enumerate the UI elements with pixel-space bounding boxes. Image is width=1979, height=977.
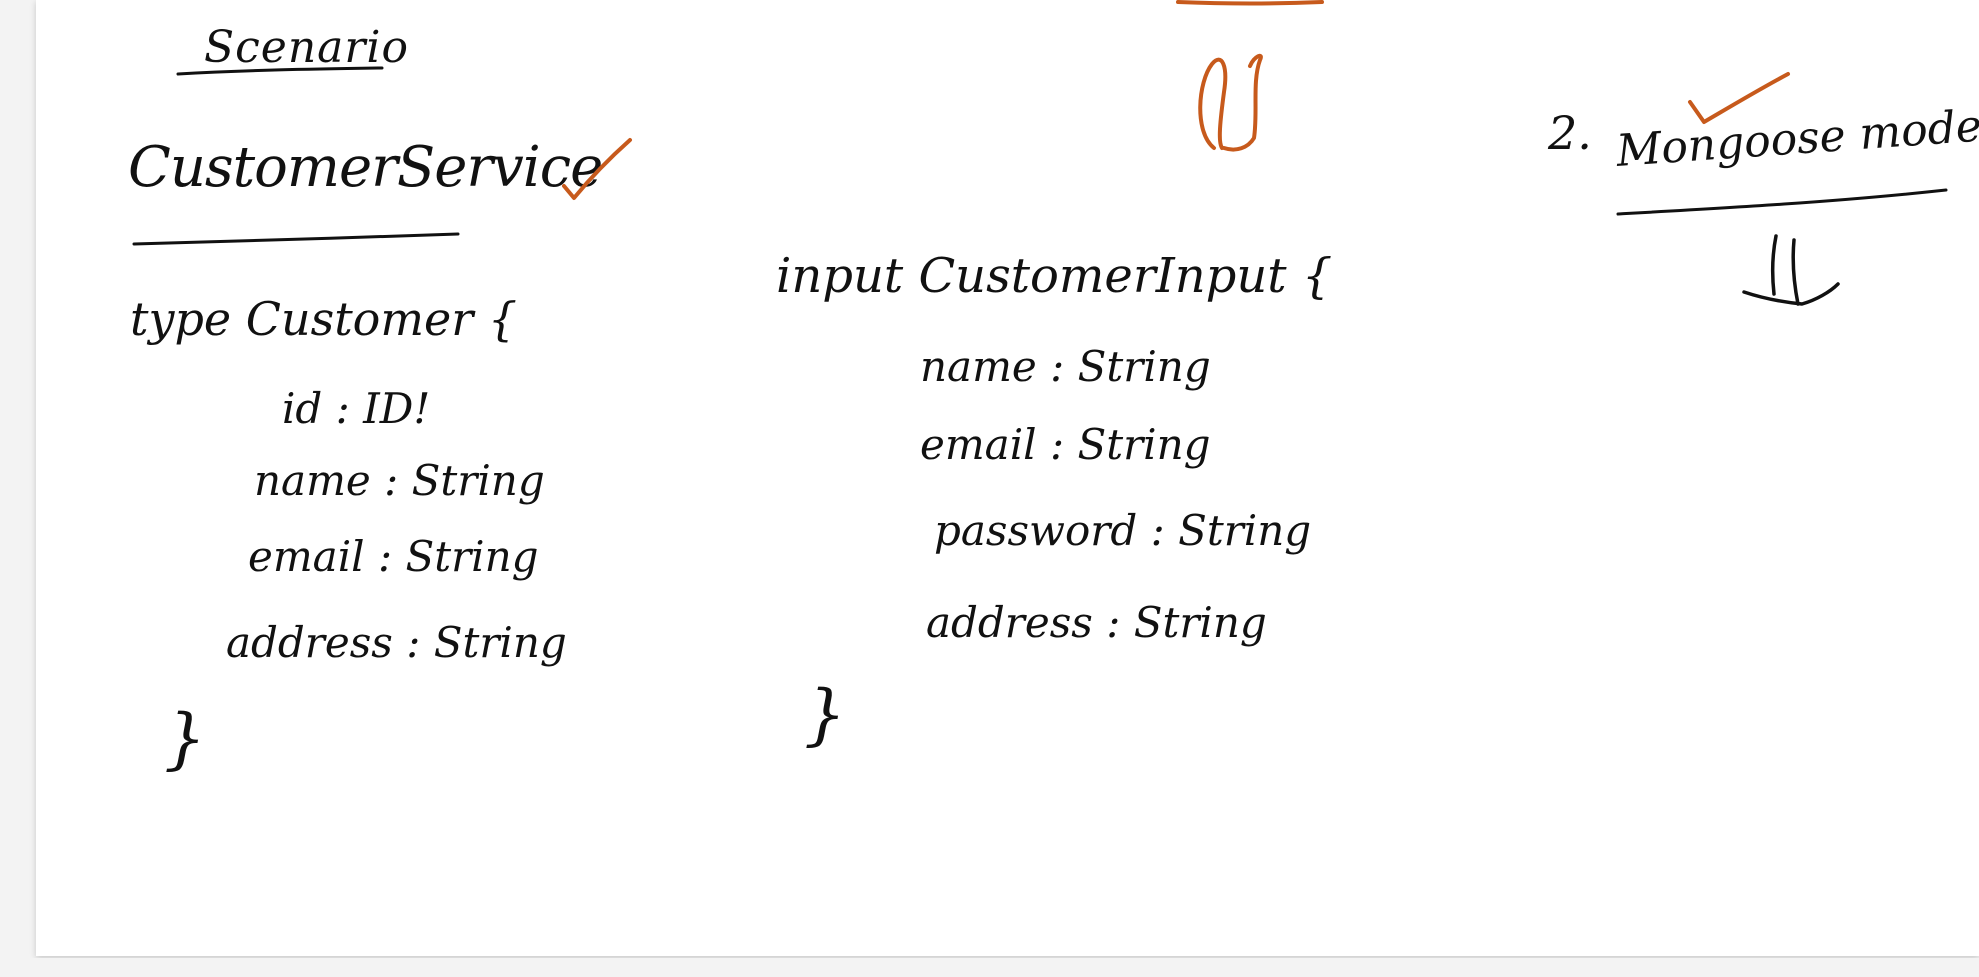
customer-input-header: input CustomerInput {	[776, 248, 1333, 304]
down-arrow-icon	[1742, 234, 1840, 306]
title-underline	[176, 66, 384, 76]
mongoose-label: Mongoose model	[1614, 99, 1979, 177]
checkmark-icon	[562, 138, 632, 200]
input-field-password: password : String	[934, 506, 1312, 555]
window-gutter	[0, 0, 36, 958]
customer-type-header: type Customer {	[130, 292, 518, 346]
customer-field-name: name : String	[254, 456, 545, 505]
customer-field-id: id : ID!	[282, 384, 431, 433]
input-field-address: address : String	[926, 598, 1267, 647]
orange-scribble-mark	[1198, 53, 1263, 152]
whiteboard-canvas[interactable]: Scenario CustomerService type Customer {…	[36, 0, 1979, 956]
service-underline	[132, 232, 460, 246]
service-heading: CustomerService	[128, 135, 603, 200]
input-field-email: email : String	[920, 420, 1211, 469]
top-orange-stroke	[1176, 0, 1324, 6]
mongoose-checkmark-icon	[1688, 72, 1790, 124]
input-field-name: name : String	[920, 342, 1211, 391]
customer-input-close: }	[804, 676, 846, 753]
mongoose-underline	[1616, 188, 1948, 216]
customer-type-close: }	[164, 700, 206, 777]
customer-field-email: email : String	[248, 532, 539, 581]
customer-field-address: address : String	[226, 618, 567, 667]
mongoose-number: 2.	[1548, 106, 1592, 160]
bottom-bar	[0, 958, 1979, 977]
title-scenario: Scenario	[204, 22, 409, 73]
